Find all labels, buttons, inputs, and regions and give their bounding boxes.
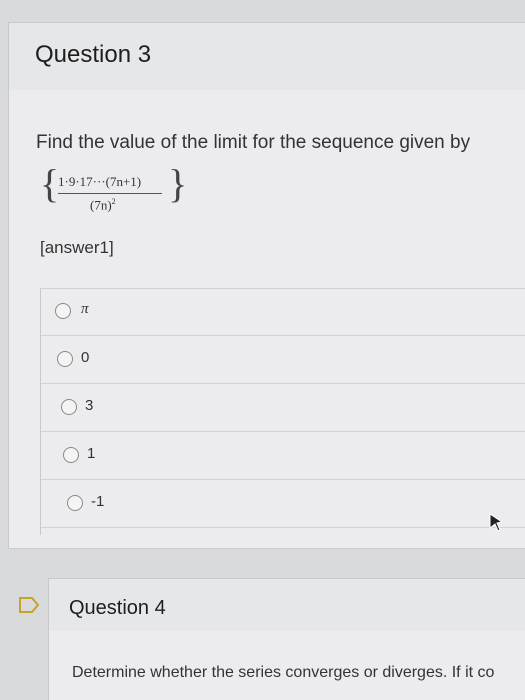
right-brace: } — [168, 161, 188, 206]
fraction-bar — [58, 193, 162, 194]
choice-0[interactable]: 0 — [41, 337, 525, 384]
choice-pi[interactable]: π — [41, 289, 525, 336]
radio-button-icon[interactable] — [67, 495, 83, 511]
radio-button-icon[interactable] — [61, 399, 77, 415]
sequence-denominator: (7n)2 — [90, 197, 116, 213]
choice-1[interactable]: 1 — [41, 433, 525, 480]
denominator-exponent: 2 — [111, 197, 116, 206]
denominator-base: (7n) — [90, 197, 112, 213]
question-3-prompt: Find the value of the limit for the sequ… — [36, 132, 471, 153]
question-3-header: Question 3 — [8, 22, 525, 92]
choice-label: 3 — [85, 397, 94, 414]
answer-placeholder: [answer1] — [40, 238, 114, 257]
left-brace: { — [40, 161, 60, 206]
question-4-title: Question 4 — [69, 597, 166, 619]
sequence-numerator: 1·9·17···(7n+1) — [58, 174, 142, 189]
radio-button-icon[interactable] — [57, 351, 73, 367]
choice-label: 1 — [87, 445, 96, 462]
answer-choices: π 0 3 1 -1 — [40, 288, 525, 535]
radio-button-icon[interactable] — [55, 303, 71, 319]
choice-label: 0 — [81, 349, 90, 366]
choice-label: -1 — [91, 493, 105, 510]
choice-neg-1[interactable]: -1 — [41, 481, 525, 528]
flag-icon[interactable] — [18, 596, 40, 614]
choice-label: π — [81, 301, 89, 317]
mouse-pointer-icon — [489, 513, 504, 532]
question-4-header: Question 4 — [48, 578, 525, 632]
question-4-prompt: Determine whether the series converges o… — [72, 664, 495, 681]
choice-3[interactable]: 3 — [41, 385, 525, 432]
question-3-title: Question 3 — [35, 41, 152, 68]
sequence-expression: { 1·9·17···(7n+1) (7n)2 } — [40, 161, 200, 216]
radio-button-icon[interactable] — [63, 447, 79, 463]
